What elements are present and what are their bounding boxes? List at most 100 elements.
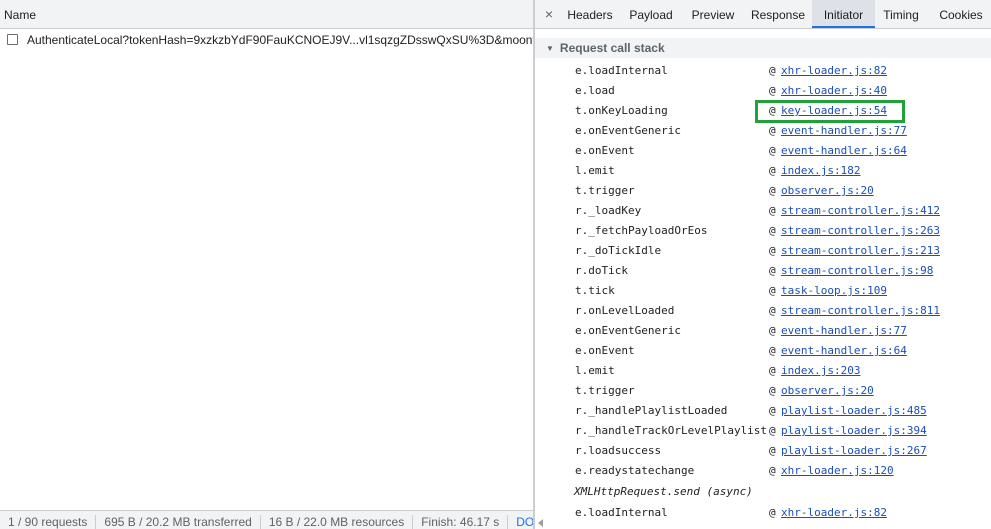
scroll-left-arrow-icon[interactable]	[538, 519, 543, 527]
frame-at-sign: @	[769, 324, 776, 337]
request-checkbox[interactable]	[7, 34, 18, 45]
frame-source-link[interactable]: index.js:182	[781, 164, 860, 177]
frame-source-link[interactable]: event-handler.js:77	[781, 324, 907, 337]
frame-at-sign: @	[769, 506, 776, 519]
call-stack-frame: r._loadKey @ stream-controller.js:412	[535, 201, 991, 221]
frame-at-sign: @	[769, 164, 776, 177]
call-stack-frame: e.load @ xhr-loader.js:40	[535, 81, 991, 101]
async-separator: XMLHttpRequest.send (async)	[535, 481, 991, 503]
frame-at-sign: @	[769, 64, 776, 77]
request-details-pane: × Headers Payload Preview Response Initi…	[535, 0, 991, 529]
call-stack-frame: e.onEvent @ event-handler.js:64	[535, 141, 991, 161]
tab-preview[interactable]: Preview	[685, 0, 741, 28]
frame-at-sign: @	[769, 444, 776, 457]
call-stack-frame: e.loadInternal @ xhr-loader.js:82	[535, 503, 991, 523]
frame-function-name: r.loadsuccess	[575, 444, 662, 457]
frame-source-link[interactable]: stream-controller.js:213	[781, 244, 940, 257]
frame-function-name: e.onEventGeneric	[575, 324, 681, 337]
call-stack-frame: r.loadsuccess @ playlist-loader.js:267	[535, 441, 991, 461]
request-list-pane: Name AuthenticateLocal?tokenHash=9xzkzbY…	[0, 0, 533, 529]
frame-function-name: e.onEventGeneric	[575, 124, 681, 137]
section-title: Request call stack	[559, 41, 665, 55]
frame-at-sign: @	[769, 124, 776, 137]
call-stack: e.loadInternal @ xhr-loader.js:82 e.load @ xh…	[535, 61, 991, 523]
frame-function-name: r._doTickIdle	[575, 244, 662, 257]
frame-at-sign: @	[769, 144, 776, 157]
frame-at-sign: @	[769, 344, 776, 357]
frame-function-name: r._fetchPayloadOrEos	[575, 224, 708, 237]
frame-function-name: e.onEvent	[575, 344, 635, 357]
close-icon[interactable]: ×	[541, 5, 557, 23]
tab-response[interactable]: Response	[747, 0, 809, 28]
frame-at-sign: @	[769, 364, 776, 377]
frame-source-link[interactable]: playlist-loader.js:394	[781, 424, 927, 437]
frame-at-sign: @	[769, 304, 776, 317]
frame-source-link[interactable]: xhr-loader.js:120	[781, 464, 894, 477]
call-stack-frame: e.onEventGeneric @ event-handler.js:77	[535, 121, 991, 141]
frame-source-link[interactable]: playlist-loader.js:267	[781, 444, 927, 457]
status-requests: 1 / 90 requests	[8, 515, 88, 529]
frame-source-link[interactable]: stream-controller.js:98	[781, 264, 933, 277]
frame-source-link[interactable]: playlist-loader.js:485	[781, 404, 927, 417]
tab-cookies[interactable]: Cookies	[933, 0, 989, 28]
frame-source-link[interactable]: event-handler.js:64	[781, 144, 907, 157]
collapse-triangle-icon[interactable]: ▼	[546, 44, 554, 53]
frame-function-name: t.onKeyLoading	[575, 104, 668, 117]
frame-source-link[interactable]: task-loop.js:109	[781, 284, 887, 297]
frame-function-name: r.doTick	[575, 264, 628, 277]
frame-function-name: r._loadKey	[575, 204, 642, 217]
tab-initiator[interactable]: Initiator	[812, 0, 875, 28]
request-row[interactable]: AuthenticateLocal?tokenHash=9xzkzbYdF90F…	[0, 29, 533, 51]
frame-source-link[interactable]: event-handler.js:77	[781, 124, 907, 137]
frame-at-sign: @	[769, 244, 776, 257]
frame-function-name: e.load	[575, 84, 615, 97]
frame-source-link[interactable]: stream-controller.js:263	[781, 224, 940, 237]
call-stack-frame: t.trigger @ observer.js:20	[535, 181, 991, 201]
call-stack-frame: r._handlePlaylistLoaded @ playlist-loader.…	[535, 401, 991, 421]
call-stack-frame: e.onEventGeneric @ event-handler.js:77	[535, 321, 991, 341]
status-resources: 16 B / 22.0 MB resources	[259, 515, 412, 529]
frame-source-link[interactable]: observer.js:20	[781, 384, 874, 397]
frame-source-link[interactable]: xhr-loader.js:40	[781, 84, 887, 97]
frame-source-link[interactable]: observer.js:20	[781, 184, 874, 197]
tab-headers[interactable]: Headers	[562, 0, 618, 28]
frame-at-sign: @	[769, 224, 776, 237]
frame-function-name: e.loadInternal	[575, 64, 668, 77]
request-call-stack-header[interactable]: ▼ Request call stack	[535, 38, 991, 58]
tab-timing[interactable]: Timing	[876, 0, 926, 28]
frame-at-sign: @	[769, 264, 776, 277]
call-stack-frame: r.onLevelLoaded @ stream-controller.js:811	[535, 301, 991, 321]
frame-at-sign: @	[769, 284, 776, 297]
frame-at-sign: @	[769, 404, 776, 417]
frame-at-sign: @	[769, 464, 776, 477]
tab-payload[interactable]: Payload	[623, 0, 679, 28]
frame-function-name: l.emit	[575, 364, 615, 377]
call-stack-frame: r._handleTrackOrLevelPlaylist @ playlist-l…	[535, 421, 991, 441]
frame-function-name: r._handlePlaylistLoaded	[575, 404, 728, 417]
call-stack-frame: r._fetchPayloadOrEos @ stream-controller.j…	[535, 221, 991, 241]
frame-at-sign: @	[769, 384, 776, 397]
call-stack-frame: l.emit @ index.js:182	[535, 161, 991, 181]
name-column-header[interactable]: Name	[0, 0, 533, 29]
frame-at-sign: @	[769, 184, 776, 197]
frame-function-name: e.loadInternal	[575, 506, 668, 519]
frame-function-name: r._handleTrackOrLevelPlaylist	[575, 424, 768, 437]
async-separator-label: XMLHttpRequest.send (async)	[574, 485, 753, 498]
frame-source-link[interactable]: stream-controller.js:811	[781, 304, 940, 317]
call-stack-frame: e.readystatechange @ xhr-loader.js:120	[535, 461, 991, 481]
frame-source-link[interactable]: event-handler.js:64	[781, 344, 907, 357]
frame-at-sign: @	[769, 204, 776, 217]
request-name: AuthenticateLocal?tokenHash=9xzkzbYdF90F…	[27, 33, 533, 47]
frame-source-link[interactable]: stream-controller.js:412	[781, 204, 940, 217]
frame-function-name: r.onLevelLoaded	[575, 304, 675, 317]
call-stack-frame: l.emit @ index.js:203	[535, 361, 991, 381]
status-dom: DOM	[507, 515, 533, 529]
frame-source-link[interactable]: xhr-loader.js:82	[781, 64, 887, 77]
call-stack-frame: r._doTickIdle @ stream-controller.js:213	[535, 241, 991, 261]
call-stack-frame: e.loadInternal @ xhr-loader.js:82	[535, 61, 991, 81]
frame-source-link[interactable]: index.js:203	[781, 364, 860, 377]
frame-source-link[interactable]: xhr-loader.js:82	[781, 506, 887, 519]
frame-at-sign: @	[769, 84, 776, 97]
call-stack-frame: t.trigger @ observer.js:20	[535, 381, 991, 401]
frame-at-sign: @	[769, 424, 776, 437]
